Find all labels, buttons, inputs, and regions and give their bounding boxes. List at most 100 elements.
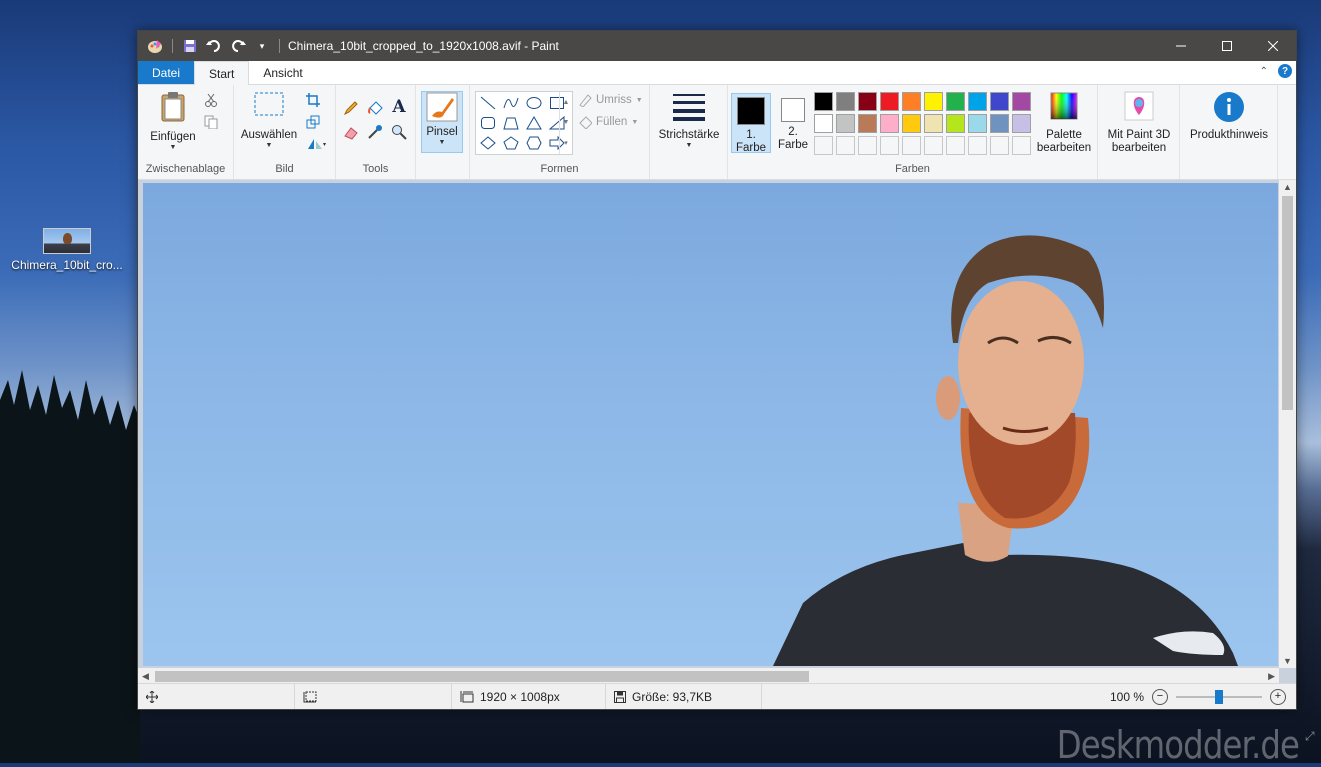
- tab-ansicht[interactable]: Ansicht: [249, 61, 316, 84]
- rounded-rectangle-shape-icon[interactable]: [478, 113, 498, 133]
- collapse-ribbon-icon[interactable]: ⌃: [1260, 66, 1268, 77]
- eraser-icon[interactable]: [342, 123, 360, 141]
- custom-color-slot[interactable]: [858, 136, 877, 155]
- vertical-scroll-thumb[interactable]: [1282, 196, 1293, 410]
- tab-datei[interactable]: Datei: [138, 61, 195, 84]
- text-tool-icon[interactable]: A: [390, 97, 408, 117]
- custom-color-slot[interactable]: [880, 136, 899, 155]
- palette-swatch[interactable]: [858, 92, 877, 111]
- scroll-right-icon[interactable]: ▶: [1268, 671, 1275, 682]
- scroll-down-icon[interactable]: ▼: [563, 119, 570, 126]
- fill-dropdown[interactable]: Füllen ▼: [578, 115, 638, 129]
- cut-icon[interactable]: [202, 91, 220, 109]
- tab-start[interactable]: Start: [194, 61, 250, 85]
- color1-sub: Farbe: [735, 142, 767, 154]
- vertical-scrollbar[interactable]: ▲ ▼: [1279, 180, 1296, 668]
- palette-swatch[interactable]: [946, 114, 965, 133]
- brushes-button[interactable]: Pinsel ▼: [421, 91, 463, 153]
- pentagon-shape-icon[interactable]: [501, 133, 521, 153]
- triangle-shape-icon[interactable]: [524, 113, 544, 133]
- scroll-left-icon[interactable]: ◀: [142, 671, 149, 682]
- product-alert-button[interactable]: Produkthinweis: [1182, 91, 1276, 142]
- pencil-icon[interactable]: [342, 99, 360, 117]
- size-button[interactable]: Strichstärke ▼: [654, 91, 724, 150]
- canvas-image[interactable]: [143, 183, 1278, 666]
- paste-label: Einfügen: [150, 131, 196, 143]
- palette-swatch[interactable]: [924, 92, 943, 111]
- zoom-in-button[interactable]: +: [1270, 688, 1286, 705]
- chevron-down-icon: ▼: [265, 142, 273, 149]
- close-button[interactable]: [1250, 31, 1296, 61]
- curve-shape-icon[interactable]: [501, 93, 521, 113]
- line-shape-icon[interactable]: [478, 93, 498, 113]
- minimize-button[interactable]: [1158, 31, 1204, 61]
- magnifier-icon[interactable]: [390, 123, 408, 141]
- zoom-out-button[interactable]: −: [1152, 688, 1168, 705]
- edit-colors-button[interactable]: Palette bearbeiten: [1032, 91, 1096, 155]
- ribbon-tabs: Datei Start Ansicht ⌃ ?: [138, 61, 1296, 85]
- shapes-scroll[interactable]: ▲ ▼ ▾: [559, 92, 572, 154]
- paint-app-icon[interactable]: [146, 37, 164, 55]
- palette-swatch[interactable]: [858, 114, 877, 133]
- palette-icon: [1050, 92, 1078, 120]
- save-icon[interactable]: [181, 37, 199, 55]
- zoom-slider[interactable]: [1176, 689, 1262, 704]
- palette-swatch[interactable]: [880, 92, 899, 111]
- crop-icon[interactable]: [304, 91, 322, 109]
- palette-swatch[interactable]: [814, 92, 833, 111]
- fill-bucket-icon[interactable]: [366, 99, 384, 117]
- undo-icon[interactable]: [205, 37, 223, 55]
- palette-swatch[interactable]: [990, 92, 1009, 111]
- palette-swatch[interactable]: [836, 92, 855, 111]
- palette-swatch[interactable]: [814, 114, 833, 133]
- customize-qat-icon[interactable]: ▾: [253, 37, 271, 55]
- custom-color-slot[interactable]: [902, 136, 921, 155]
- help-icon[interactable]: ?: [1278, 64, 1292, 78]
- color-picker-icon[interactable]: [366, 123, 384, 141]
- oval-shape-icon[interactable]: [524, 93, 544, 113]
- redo-icon[interactable]: [229, 37, 247, 55]
- color2-button[interactable]: 2. Farbe: [773, 93, 813, 153]
- color1-button[interactable]: 1. Farbe: [731, 93, 771, 154]
- palette-swatch[interactable]: [880, 114, 899, 133]
- custom-color-slot[interactable]: [968, 136, 987, 155]
- hexagon-shape-icon[interactable]: [524, 133, 544, 153]
- zoom-slider-thumb[interactable]: [1215, 689, 1223, 704]
- line-width-icon: [673, 94, 705, 121]
- custom-color-slot[interactable]: [990, 136, 1009, 155]
- custom-color-slot[interactable]: [814, 136, 833, 155]
- scroll-up-icon[interactable]: ▲: [563, 99, 570, 106]
- info-icon: [1214, 92, 1244, 122]
- palette-swatch[interactable]: [924, 114, 943, 133]
- palette-swatch[interactable]: [990, 114, 1009, 133]
- custom-color-slot[interactable]: [836, 136, 855, 155]
- copy-icon[interactable]: [202, 113, 220, 131]
- resize-icon[interactable]: [304, 113, 322, 131]
- palette-swatch[interactable]: [836, 114, 855, 133]
- scroll-up-icon[interactable]: ▲: [1283, 182, 1292, 192]
- rotate-icon[interactable]: [304, 135, 328, 153]
- paste-button[interactable]: Einfügen ▼: [146, 91, 200, 152]
- scroll-down-icon[interactable]: ▼: [1283, 656, 1292, 666]
- palette-swatch[interactable]: [902, 92, 921, 111]
- palette-swatch[interactable]: [968, 92, 987, 111]
- paint3d-button[interactable]: Mit Paint 3D bearbeiten: [1100, 91, 1178, 155]
- custom-color-slot[interactable]: [924, 136, 943, 155]
- select-button[interactable]: Auswählen ▼: [238, 91, 300, 150]
- desktop-file-icon[interactable]: Chimera_10bit_cro...: [8, 228, 126, 272]
- custom-color-slot[interactable]: [1012, 136, 1031, 155]
- desktop-trees: [0, 370, 140, 763]
- polygon-shape-icon[interactable]: [501, 113, 521, 133]
- expand-gallery-icon[interactable]: ▾: [564, 139, 568, 147]
- palette-swatch[interactable]: [902, 114, 921, 133]
- maximize-button[interactable]: [1204, 31, 1250, 61]
- horizontal-scroll-thumb[interactable]: [155, 671, 809, 682]
- palette-swatch[interactable]: [1012, 114, 1031, 133]
- palette-swatch[interactable]: [1012, 92, 1031, 111]
- diamond-shape-icon[interactable]: [478, 133, 498, 153]
- palette-swatch[interactable]: [968, 114, 987, 133]
- custom-color-slot[interactable]: [946, 136, 965, 155]
- disk-icon: [614, 690, 626, 703]
- outline-dropdown[interactable]: Umriss ▼: [578, 93, 643, 107]
- palette-swatch[interactable]: [946, 92, 965, 111]
